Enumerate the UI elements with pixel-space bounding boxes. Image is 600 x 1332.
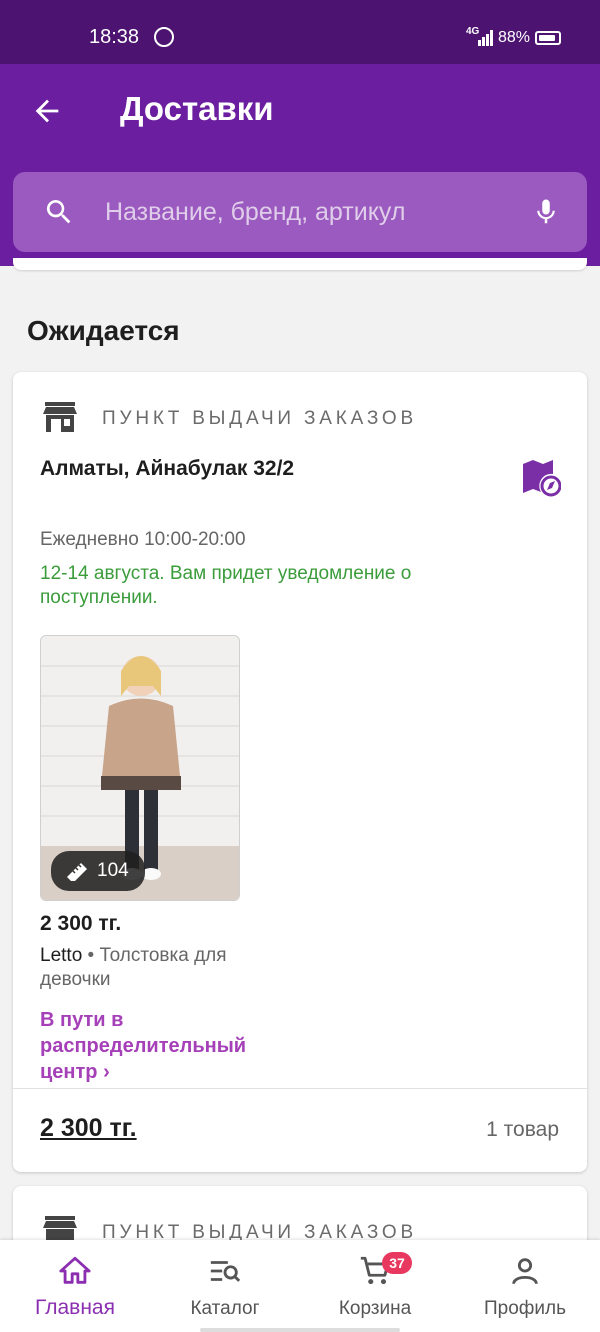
- previous-card-edge: [13, 258, 587, 270]
- battery-icon: [535, 31, 561, 45]
- battery-percent: 88%: [498, 29, 531, 46]
- map-navigation-icon[interactable]: [521, 458, 561, 498]
- delivery-eta: 12-14 августа. Вам придет уведомление о …: [40, 563, 412, 608]
- home-icon: [59, 1256, 91, 1284]
- nav-cart-label: Корзина: [338, 1298, 412, 1319]
- item-status-link[interactable]: В пути в распределительный центр ›: [40, 1007, 255, 1085]
- cart-count-badge: 37: [382, 1252, 412, 1274]
- back-arrow-icon[interactable]: [30, 94, 64, 128]
- nav-catalog-label: Каталог: [190, 1298, 260, 1319]
- nav-cart[interactable]: 37 Корзина: [300, 1240, 450, 1332]
- product-image[interactable]: 104: [40, 635, 240, 901]
- size-badge: 104: [51, 851, 145, 891]
- catalog-search-icon: [210, 1261, 241, 1282]
- size-value: 104: [97, 860, 129, 881]
- search-bar[interactable]: [13, 172, 587, 252]
- nav-profile[interactable]: Профиль: [450, 1240, 600, 1332]
- ruler-icon: [67, 863, 87, 881]
- item-brand: Letto: [40, 945, 83, 966]
- delivery-card: ПУНКТ ВЫДАЧИ ЗАКАЗОВ Алматы, Айнабулак 3…: [13, 372, 587, 1172]
- pickup-point-label: ПУНКТ ВЫДАЧИ ЗАКАЗОВ: [102, 408, 417, 429]
- search-input[interactable]: [105, 192, 505, 232]
- search-icon: [46, 200, 71, 224]
- store-icon: [43, 402, 77, 432]
- nav-home[interactable]: Главная: [0, 1240, 150, 1332]
- item-count: 1 товар: [486, 1118, 559, 1141]
- nav-home-label: Главная: [35, 1296, 115, 1319]
- bottom-navigation: Главная Каталог 37 Корзина Профиль: [0, 1240, 600, 1332]
- order-total[interactable]: 2 300 тг.: [40, 1114, 137, 1143]
- nav-profile-label: Профиль: [483, 1298, 567, 1319]
- item-price: 2 300 тг.: [40, 912, 122, 935]
- signal-icon: [478, 30, 493, 46]
- profile-icon: [512, 1258, 538, 1285]
- item-description: Letto • Толстовка для девочки: [40, 945, 227, 990]
- status-time: 18:38: [89, 26, 140, 48]
- status-bar: 18:38 4G 88%: [0, 0, 600, 64]
- whatsapp-icon: [154, 27, 174, 47]
- nav-catalog[interactable]: Каталог: [150, 1240, 300, 1332]
- page-title: Доставки: [120, 90, 274, 127]
- divider: [13, 1088, 587, 1089]
- home-indicator[interactable]: [200, 1328, 400, 1332]
- pickup-hours: Ежедневно 10:00-20:00: [40, 529, 246, 550]
- pickup-address: Алматы, Айнабулак 32/2: [40, 457, 295, 480]
- microphone-icon[interactable]: [531, 194, 561, 230]
- section-title: Ожидается: [27, 315, 180, 346]
